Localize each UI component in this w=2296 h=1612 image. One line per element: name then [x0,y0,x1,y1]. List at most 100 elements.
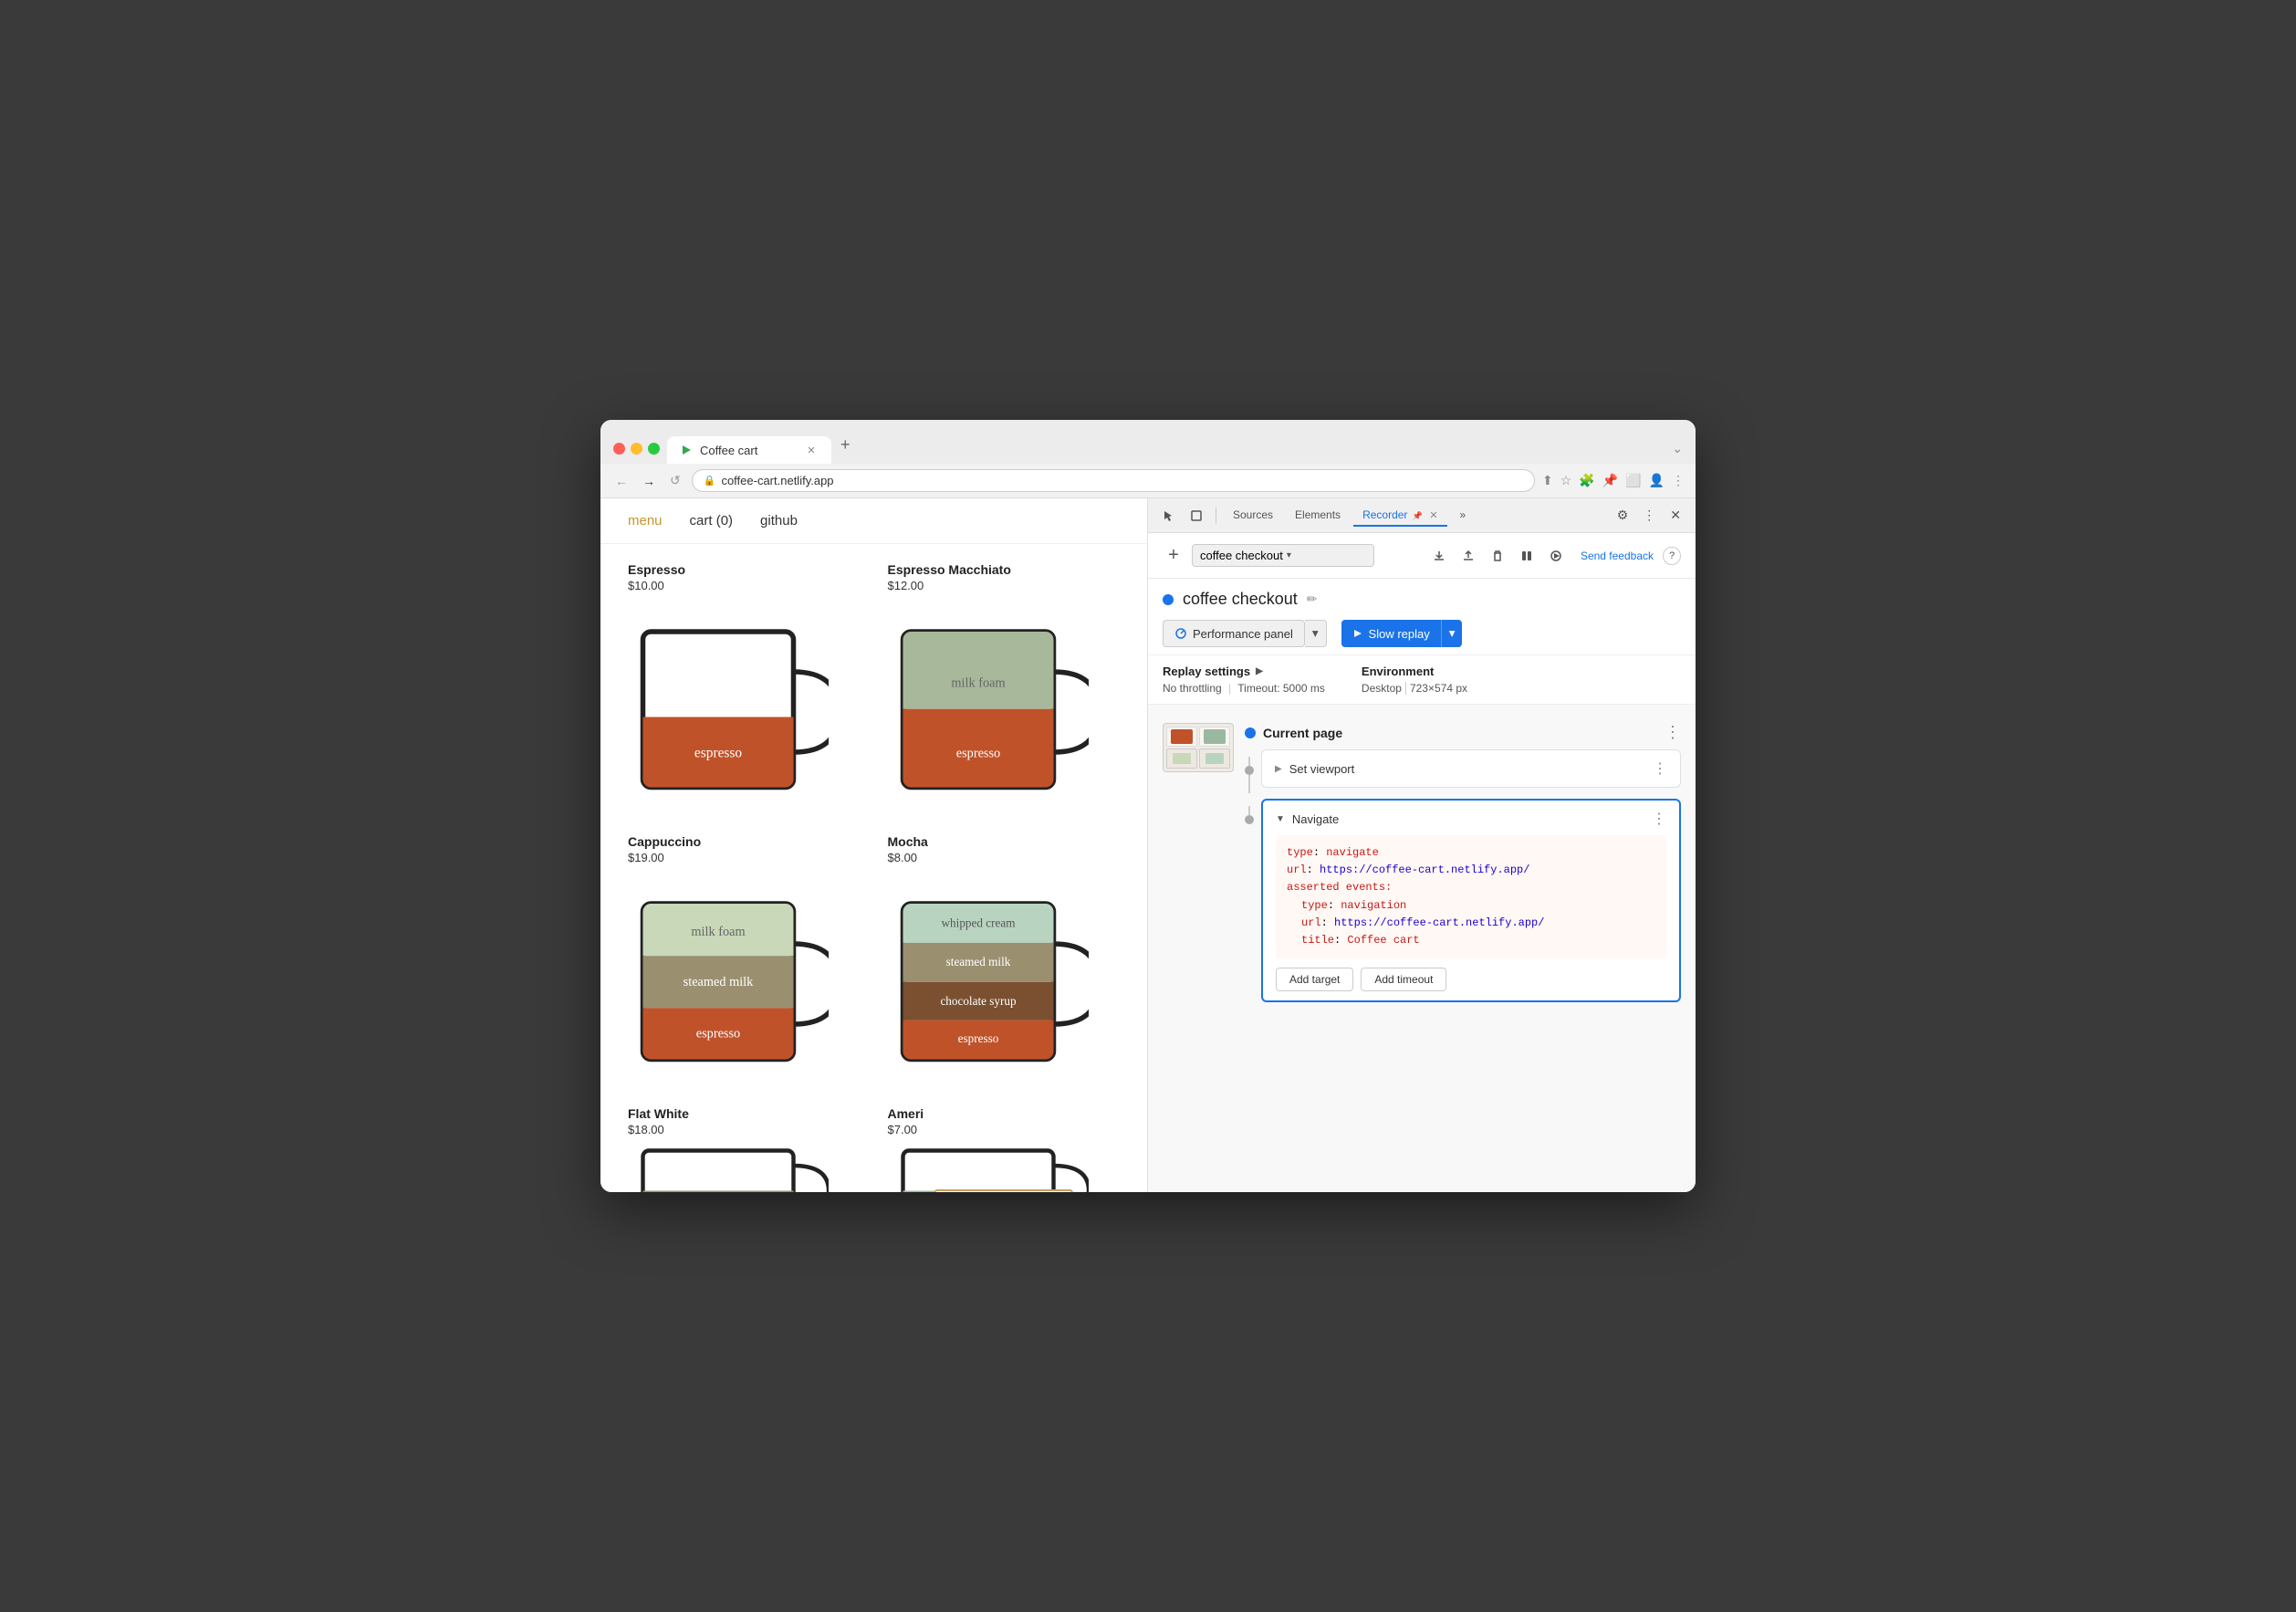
navigate-menu-icon[interactable]: ⋮ [1652,810,1666,828]
website-panel: menu cart (0) github Espresso $10.00 [600,498,1148,1192]
maximize-button[interactable] [648,443,660,455]
inspect-tool-button[interactable] [1185,506,1208,526]
espresso-mug: espresso [628,602,829,802]
settings-button[interactable]: ⚙ [1612,504,1634,527]
perf-panel-dropdown[interactable]: ▾ [1305,620,1327,647]
page-thumbnail [1163,723,1234,772]
steps-list: Current page ⋮ [1245,723,1681,1002]
add-timeout-button[interactable]: Add timeout [1361,968,1446,991]
flatwhite-mug [628,1146,829,1192]
svg-text:espresso: espresso [957,1031,998,1045]
close-devtools-button[interactable]: ✕ [1665,504,1686,527]
coffee-name: Cappuccino [628,834,861,849]
perf-panel-label: Performance panel [1193,627,1293,641]
environment-title: Environment [1362,665,1467,678]
pin-icon[interactable]: 📌 [1602,473,1618,488]
tab-elements[interactable]: Elements [1286,505,1350,527]
browser-tab[interactable]: Coffee cart ✕ [667,436,831,464]
selector-dropdown-icon: ▾ [1287,550,1291,560]
recording-status-dot [1163,594,1174,605]
refresh-button[interactable]: ↺ [666,471,684,490]
slow-replay-button[interactable]: Slow replay [1341,620,1441,647]
recorder-content: + coffee checkout ▾ [1148,533,1696,1192]
extensions-icon[interactable]: 🧩 [1579,473,1594,488]
recorder-close-icon[interactable]: ✕ [1429,510,1437,521]
coffee-price: $8.00 [888,851,1121,864]
coffee-price: $10.00 [628,579,861,592]
more-options-button[interactable]: ⋮ [1637,504,1661,527]
share-icon[interactable]: ⬆ [1542,473,1553,488]
cursor-tool-button[interactable] [1157,506,1181,526]
step-menu-icon[interactable]: ⋮ [1653,759,1667,778]
line-top-2 [1248,806,1250,815]
nav-github[interactable]: github [760,513,798,529]
delete-button[interactable] [1486,546,1509,566]
recording-selector[interactable]: coffee checkout ▾ [1192,544,1374,567]
svg-text:espresso: espresso [955,747,999,761]
line-top [1248,757,1250,766]
devtools-right-tools: ⚙ ⋮ ✕ [1612,504,1686,527]
svg-text:steamed milk: steamed milk [684,975,754,989]
add-recording-button[interactable]: + [1163,545,1185,567]
nav-cart[interactable]: cart (0) [690,513,734,529]
help-button[interactable]: ? [1663,547,1681,565]
device-label: Desktop [1362,682,1402,695]
current-page-menu-icon[interactable]: ⋮ [1665,723,1681,742]
profile-icon[interactable]: 👤 [1649,473,1665,488]
step-dot-2 [1245,815,1254,824]
bookmark-icon[interactable]: ☆ [1560,473,1572,488]
coffee-grid: Espresso $10.00 espresso Espresso Macc [600,544,1147,1192]
new-tab-button[interactable]: + [831,429,860,464]
play-recording-button[interactable] [1515,546,1539,566]
step-header: ▶ Set viewport ⋮ [1275,759,1667,778]
coffee-name: Espresso [628,562,861,577]
record-button[interactable] [1544,546,1568,566]
coffee-price: $19.00 [628,851,861,864]
menu-icon[interactable]: ⋮ [1672,473,1685,488]
slow-replay-group: Slow replay ▾ [1341,620,1463,647]
environment-section: Environment Desktop 723×574 px [1362,665,1467,695]
replay-settings-title[interactable]: Replay settings ▶ [1163,665,1325,678]
export-button[interactable] [1427,546,1451,566]
coffee-name: Mocha [888,834,1121,849]
tab-close-button[interactable]: ✕ [804,443,819,457]
coffee-item-cappuccino[interactable]: Cappuccino $19.00 milk foam [628,834,861,1079]
coffee-item-mocha[interactable]: Mocha $8.00 wh [888,834,1121,1079]
coffee-item-americano[interactable]: Americano $7.00 Total: $0.00 [888,1106,1121,1192]
svg-text:chocolate syrup: chocolate syrup [940,994,1017,1008]
edit-title-icon[interactable]: ✏ [1307,591,1318,607]
macchiato-mug: milk foam espresso [888,602,1089,802]
title-bar: Coffee cart ✕ + ⌄ [600,420,1696,464]
coffee-name: Americano [888,1106,1121,1121]
back-button[interactable]: ← [611,472,631,490]
tab-recorder[interactable]: Recorder 📌 ✕ [1353,505,1446,527]
minimize-button[interactable] [631,443,642,455]
svg-text:steamed milk: steamed milk [945,955,1010,968]
set-viewport-row: ▶ Set viewport ⋮ [1245,749,1681,793]
coffee-item-espresso[interactable]: Espresso $10.00 espresso [628,562,861,807]
close-button[interactable] [613,443,625,455]
current-page-label: Current page [1263,726,1342,740]
svg-text:milk foam: milk foam [951,676,1005,691]
total-display: Total: $0.00 [934,1189,1073,1192]
import-button[interactable] [1456,546,1480,566]
svg-text:milk foam: milk foam [691,925,745,939]
slow-replay-dropdown[interactable]: ▾ [1441,620,1463,647]
coffee-item-macchiato[interactable]: Espresso Macchiato $12.00 milk foam [888,562,1121,807]
environment-details: Desktop 723×574 px [1362,682,1467,695]
expand-icon: ▶ [1275,764,1282,774]
site-nav: menu cart (0) github [600,498,1147,544]
tab-sources[interactable]: Sources [1224,505,1282,527]
coffee-item-flatwhite[interactable]: Flat White $18.00 [628,1106,861,1192]
tab-more[interactable]: » [1451,505,1476,527]
screenshot-icon[interactable]: ⬜ [1625,473,1641,488]
add-target-button[interactable]: Add target [1276,968,1353,991]
performance-panel-button[interactable]: Performance panel [1163,620,1305,647]
set-viewport-card: ▶ Set viewport ⋮ [1261,749,1681,788]
nav-menu[interactable]: menu [628,513,663,529]
url-bar[interactable]: 🔒 coffee-cart.netlify.app [692,469,1535,492]
forward-button[interactable]: → [639,472,659,490]
collapse-icon: ▼ [1276,814,1285,824]
tab-more-button[interactable]: ⌄ [1672,441,1683,464]
send-feedback-link[interactable]: Send feedback [1581,550,1654,562]
